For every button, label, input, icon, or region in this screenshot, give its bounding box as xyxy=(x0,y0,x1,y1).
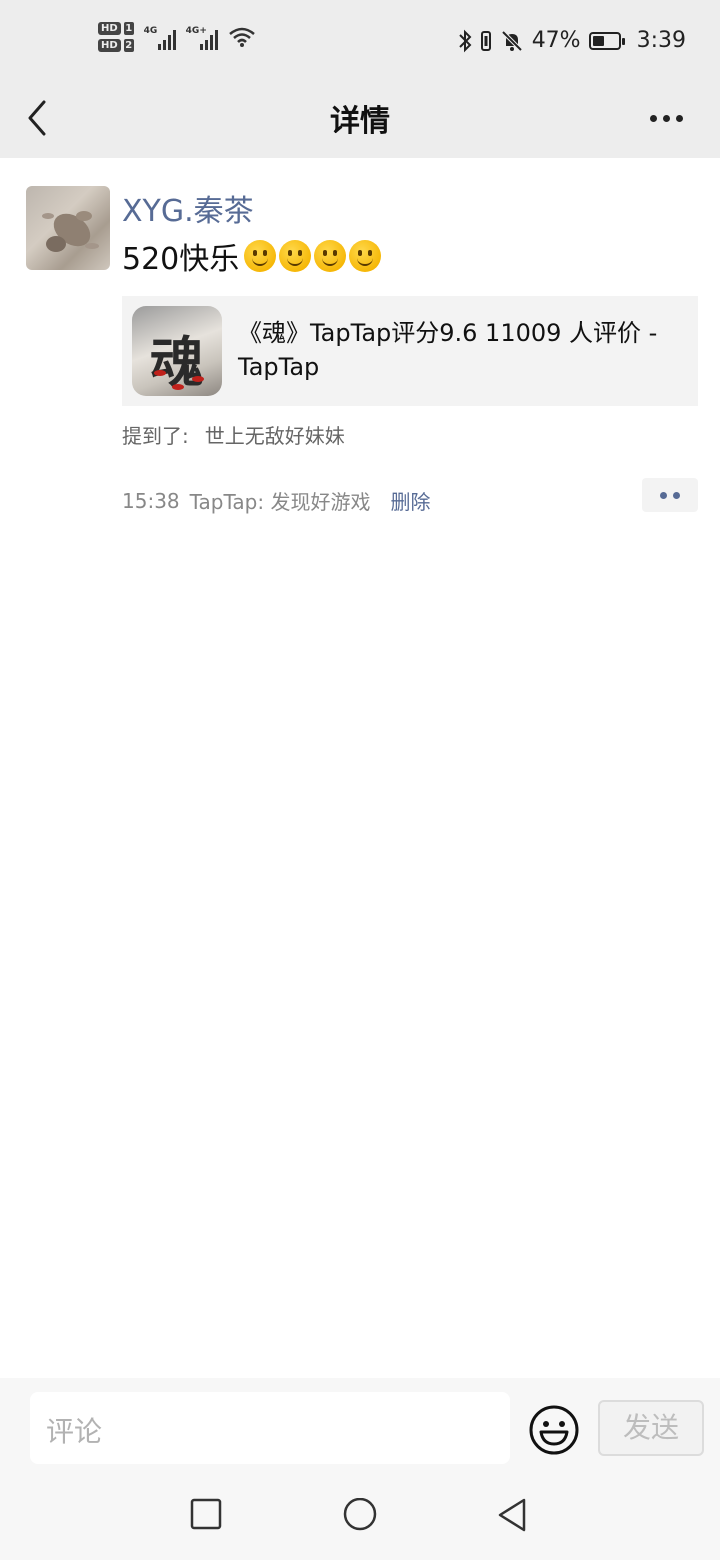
page-title: 详情 xyxy=(330,104,390,139)
network-type-2: 4G+ xyxy=(185,26,207,36)
clock: 3:39 xyxy=(636,28,686,53)
hd-badge-1: HD xyxy=(98,22,121,35)
mention-line: 提到了: 世上无敌好妹妹 xyxy=(122,420,345,449)
game-thumbnail: 魂 xyxy=(132,306,222,396)
comment-input[interactable]: 评论 xyxy=(30,1392,510,1464)
battery-percent: 47% xyxy=(531,28,581,53)
like-comment-menu-button[interactable] xyxy=(642,478,698,512)
home-icon[interactable] xyxy=(342,1498,378,1534)
signal-icon-2: 4G+ xyxy=(186,24,218,50)
sim-1-number: 1 xyxy=(123,22,134,35)
post-text: 520快乐 xyxy=(122,234,382,278)
mention-user[interactable]: 世上无敌好妹妹 xyxy=(205,424,345,448)
link-card[interactable]: 魂 《魂》TapTap评分9.6 11009 人评价 - TapTap xyxy=(122,296,698,406)
mute-bell-icon xyxy=(501,30,523,51)
mention-label: 提到了: xyxy=(122,424,189,448)
back-nav-icon[interactable] xyxy=(496,1498,528,1534)
smiley-emoji-icon xyxy=(349,240,382,272)
delete-link[interactable]: 删除 xyxy=(390,486,430,515)
battery-fill xyxy=(592,35,604,46)
status-bar: HD 1 HD 2 4G 4G+ 47% 3:39 xyxy=(0,0,720,90)
smiley-emoji-icon xyxy=(314,240,347,272)
link-card-title: 《魂》TapTap评分9.6 11009 人评价 - TapTap xyxy=(238,319,658,381)
hd-badge-2: HD xyxy=(98,39,121,52)
top-bar: HD 1 HD 2 4G 4G+ 47% 3:39 详情 xyxy=(0,0,720,158)
nav-bar: 详情 xyxy=(0,90,720,158)
post-username[interactable]: XYG.秦茶 xyxy=(122,186,254,230)
battery-icon xyxy=(588,31,625,50)
cat-photo xyxy=(42,211,99,252)
signal-icon-1: 4G xyxy=(144,24,176,50)
comment-placeholder: 评论 xyxy=(46,1415,103,1448)
send-button[interactable]: 发送 xyxy=(598,1400,704,1456)
post-text-body: 520快乐 xyxy=(122,242,240,277)
vibrate-icon xyxy=(480,30,491,51)
bluetooth-icon xyxy=(458,29,472,52)
post-source[interactable]: TapTap: 发现好游戏 xyxy=(190,486,371,515)
sim-2-number: 2 xyxy=(123,39,134,52)
emoji-icon[interactable] xyxy=(528,1404,580,1456)
post-time: 15:38 xyxy=(122,488,180,513)
network-type-1: 4G xyxy=(143,26,158,36)
recent-apps-icon[interactable] xyxy=(190,1498,222,1530)
emoji-row xyxy=(241,240,382,272)
more-options-icon[interactable] xyxy=(650,108,690,128)
system-nav-bar xyxy=(0,1476,720,1560)
comment-bar: 评论 发送 xyxy=(0,1378,720,1560)
post-meta: 15:38 TapTap: 发现好游戏 删除 xyxy=(122,486,430,515)
avatar[interactable] xyxy=(26,186,110,270)
smiley-emoji-icon xyxy=(279,240,312,272)
smiley-emoji-icon xyxy=(244,240,277,272)
wifi-icon xyxy=(228,27,255,47)
